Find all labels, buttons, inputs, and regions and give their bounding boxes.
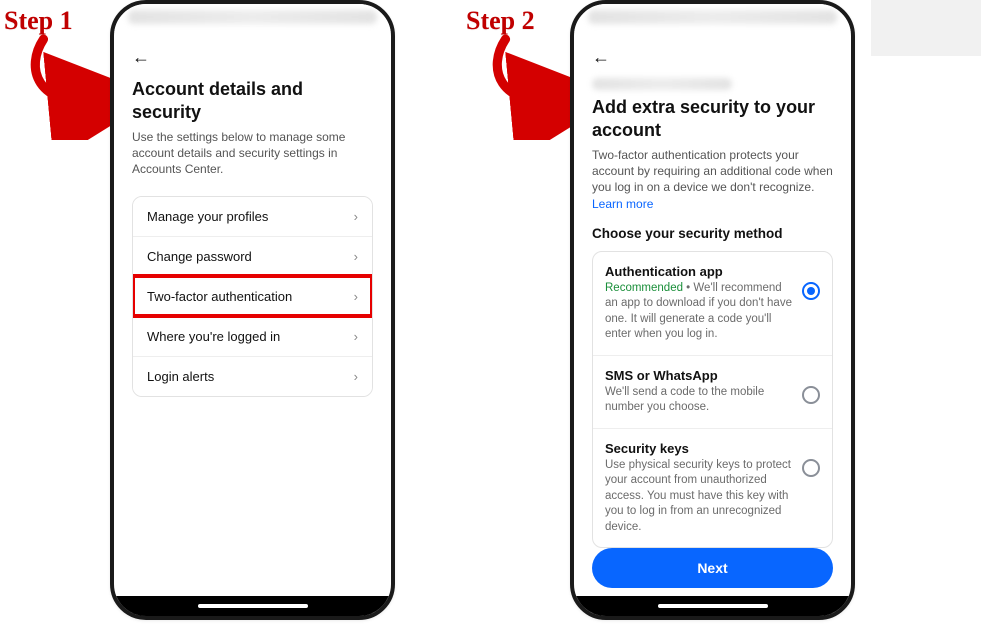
back-button[interactable]: ← [132, 48, 150, 66]
android-nav-bar [114, 596, 391, 616]
row-label: Two-factor authentication [147, 289, 292, 304]
option-sms-whatsapp[interactable]: SMS or WhatsApp We'll send a code to the… [593, 355, 832, 428]
learn-more-link[interactable]: Learn more [592, 197, 653, 211]
step1-label: Step 1 [4, 6, 73, 36]
step2-label: Step 2 [466, 6, 535, 36]
page-title: Account details and security [132, 78, 373, 123]
row-login-alerts[interactable]: Login alerts › [133, 356, 372, 396]
option-title: Security keys [605, 441, 792, 456]
android-nav-bar [574, 596, 851, 616]
status-bar [574, 4, 851, 32]
description-text: Two-factor authentication protects your … [592, 148, 833, 194]
row-change-password[interactable]: Change password › [133, 236, 372, 276]
nav-pill [658, 604, 768, 608]
status-bar [114, 4, 391, 32]
radio-unselected-icon[interactable] [802, 386, 820, 404]
nav-pill [198, 604, 308, 608]
status-blur [128, 10, 377, 24]
breadcrumb-blur [592, 78, 732, 90]
screen1-body: ← Account details and security Use the s… [114, 32, 391, 397]
option-title: SMS or WhatsApp [605, 368, 792, 383]
option-title: Authentication app [605, 264, 792, 279]
decorative-strip [871, 0, 981, 56]
chevron-right-icon: › [354, 289, 358, 304]
next-button[interactable]: Next [592, 548, 833, 588]
chevron-right-icon: › [354, 329, 358, 344]
option-description: Use physical security keys to protect yo… [605, 458, 792, 536]
option-security-keys[interactable]: Security keys Use physical security keys… [593, 428, 832, 548]
chevron-right-icon: › [354, 249, 358, 264]
section-title: Choose your security method [592, 226, 833, 241]
recommended-badge: Recommended [605, 282, 683, 294]
row-where-logged-in[interactable]: Where you're logged in › [133, 316, 372, 356]
row-label: Where you're logged in [147, 329, 280, 344]
security-method-list: Authentication app Recommended • We'll r… [592, 251, 833, 549]
option-description: Recommended • We'll recommend an app to … [605, 281, 792, 343]
row-label: Manage your profiles [147, 209, 268, 224]
phone-step2: ← Add extra security to your account Two… [570, 0, 855, 620]
settings-list: Manage your profiles › Change password ›… [132, 196, 373, 397]
row-manage-profiles[interactable]: Manage your profiles › [133, 197, 372, 236]
row-two-factor-authentication[interactable]: Two-factor authentication › [133, 276, 372, 316]
option-authentication-app[interactable]: Authentication app Recommended • We'll r… [593, 252, 832, 355]
page-description: Two-factor authentication protects your … [592, 147, 833, 212]
chevron-right-icon: › [354, 369, 358, 384]
radio-selected-icon[interactable] [802, 282, 820, 300]
screen2-body: ← Add extra security to your account Two… [574, 32, 851, 548]
tutorial-two-step: Step 1 Step 2 ← Account details and secu… [0, 0, 981, 624]
page-title: Add extra security to your account [592, 96, 833, 141]
radio-unselected-icon[interactable] [802, 459, 820, 477]
page-subtitle: Use the settings below to manage some ac… [132, 129, 373, 178]
row-label: Change password [147, 249, 252, 264]
back-button[interactable]: ← [592, 48, 610, 66]
status-blur [588, 10, 837, 24]
option-description: We'll send a code to the mobile number y… [605, 385, 792, 416]
phone-step1: ← Account details and security Use the s… [110, 0, 395, 620]
chevron-right-icon: › [354, 209, 358, 224]
row-label: Login alerts [147, 369, 214, 384]
